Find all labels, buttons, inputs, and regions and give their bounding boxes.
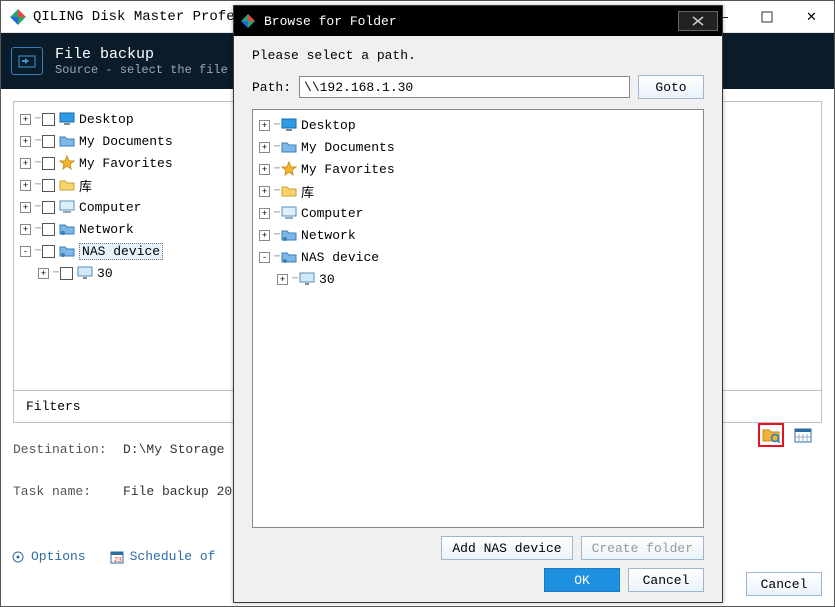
computer-icon [281,205,297,221]
expand-icon[interactable]: + [20,224,31,235]
star-icon [281,161,297,177]
header-subtitle: Source - select the file [55,63,228,77]
expand-icon[interactable]: + [259,208,270,219]
checkbox[interactable] [42,179,55,192]
options-label: Options [31,549,86,564]
expand-icon[interactable]: + [38,268,49,279]
network-icon [281,249,297,265]
path-input[interactable] [299,76,630,98]
tree-item[interactable]: +⋯My Documents [257,136,699,158]
tree-item[interactable]: +⋯30 [257,268,699,290]
tree-item-label: 30 [319,272,335,287]
desktop-icon [59,111,75,127]
checkbox[interactable] [42,157,55,170]
expand-icon[interactable]: + [259,142,270,153]
dialog-logo-icon [240,13,256,29]
dialog-close-button[interactable] [678,11,718,31]
expand-icon[interactable]: + [259,230,270,241]
header-title: File backup [55,46,228,63]
star-icon [59,155,75,171]
dialog-prompt: Please select a path. [252,48,704,63]
collapse-icon[interactable]: - [259,252,270,263]
checkbox[interactable] [42,245,55,258]
close-button[interactable]: ✕ [789,2,834,32]
tree-item-label: 库 [79,176,92,195]
network-icon [59,243,75,259]
dialog-titlebar[interactable]: Browse for Folder [234,6,722,36]
dialog-title: Browse for Folder [264,14,678,29]
expand-icon[interactable]: + [20,136,31,147]
tree-item[interactable]: +⋯Computer [257,202,699,224]
tree-item[interactable]: +⋯库 [257,180,699,202]
tree-item-label: My Favorites [301,162,395,177]
checkbox[interactable] [60,267,73,280]
maximize-button[interactable] [744,2,789,32]
filters-label: Filters [26,399,81,414]
tree-item-label: Computer [301,206,363,221]
gear-icon [11,550,25,564]
checkbox[interactable] [42,201,55,214]
create-folder-button[interactable]: Create folder [581,536,704,560]
schedule-icon: 23 [110,550,124,564]
expand-icon[interactable]: + [20,114,31,125]
dialog-cancel-button[interactable]: Cancel [628,568,704,592]
tree-item-label: Network [301,228,356,243]
collapse-icon[interactable]: - [20,246,31,257]
tree-item[interactable]: +⋯Desktop [257,114,699,136]
checkbox[interactable] [42,113,55,126]
tree-item-label: 库 [301,182,314,201]
monitor-icon [299,271,315,287]
svg-text:23: 23 [114,557,122,564]
expand-icon[interactable]: + [259,164,270,175]
taskname-label: Task name: [13,484,123,499]
monitor-icon [77,265,93,281]
main-cancel-button[interactable]: Cancel [746,572,822,596]
checkbox[interactable] [42,135,55,148]
network-icon [281,227,297,243]
expand-icon[interactable]: + [259,186,270,197]
expand-icon[interactable]: + [20,180,31,191]
browse-folder-dialog: Browse for Folder Please select a path. … [233,5,723,603]
schedule-link[interactable]: 23 Schedule of [110,549,216,564]
tree-item-label: NAS device [301,250,379,265]
tree-item[interactable]: +⋯Network [257,224,699,246]
folder-yellow-icon [281,183,297,199]
options-link[interactable]: Options [11,549,86,564]
network-icon [59,221,75,237]
tree-item-label: Desktop [79,112,134,127]
computer-icon [59,199,75,215]
path-label: Path: [252,80,291,95]
folder-yellow-icon [59,177,75,193]
tree-item-label: NAS device [79,243,163,260]
expand-icon[interactable]: + [259,120,270,131]
expand-icon[interactable]: + [20,202,31,213]
tree-item-label: Computer [79,200,141,215]
tree-item-label: 30 [97,266,113,281]
tree-item-label: My Documents [301,140,395,155]
goto-button[interactable]: Goto [638,75,704,99]
expand-icon[interactable]: + [20,158,31,169]
tree-item[interactable]: -⋯NAS device [257,246,699,268]
file-backup-icon [11,47,43,75]
tree-item-label: Network [79,222,134,237]
checkbox[interactable] [42,223,55,236]
app-logo-icon [9,8,27,26]
expand-icon[interactable]: + [277,274,288,285]
browse-destination-button[interactable] [758,423,784,447]
tree-item[interactable]: +⋯My Favorites [257,158,699,180]
folder-icon [59,133,75,149]
add-nas-device-button[interactable]: Add NAS device [441,536,572,560]
tree-item-label: Desktop [301,118,356,133]
ok-button[interactable]: OK [544,568,620,592]
tree-item-label: My Favorites [79,156,173,171]
tree-item-label: My Documents [79,134,173,149]
destination-label: Destination: [13,442,123,457]
schedule-label: Schedule of [130,549,216,564]
dialog-tree[interactable]: +⋯Desktop+⋯My Documents+⋯My Favorites+⋯库… [252,109,704,528]
folder-icon [281,139,297,155]
destination-value: D:\My Storage [123,442,224,457]
calendar-icon[interactable] [790,423,816,447]
desktop-icon [281,117,297,133]
